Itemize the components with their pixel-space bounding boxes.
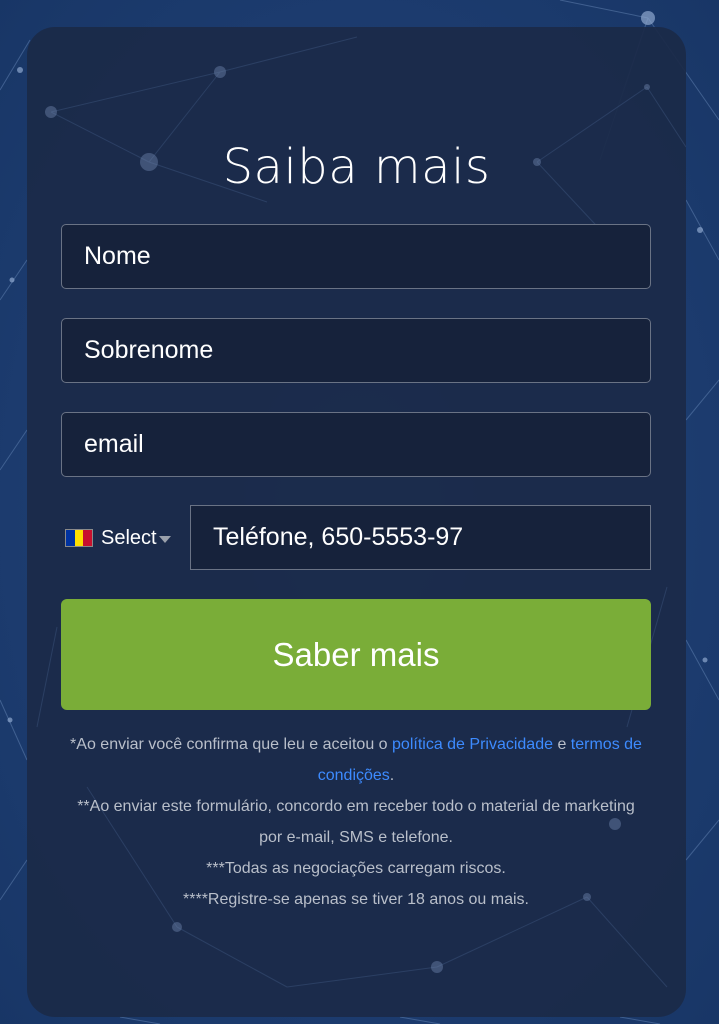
phone-input[interactable]	[190, 505, 651, 570]
caret-down-icon	[158, 536, 171, 543]
risk-warning-line: ***Todas as negociações carregam riscos.	[206, 860, 506, 877]
consent-prefix: *Ao enviar você confirma que leu e aceit…	[70, 736, 393, 753]
first-name-input[interactable]	[61, 224, 651, 289]
form-title: Saiba mais	[222, 139, 491, 195]
consent-mid: e	[553, 736, 571, 753]
country-select-label: Select	[101, 526, 157, 549]
flag-stripe-blue	[66, 530, 75, 546]
privacy-policy-link[interactable]: política de Privacidade	[392, 736, 553, 753]
lead-form-card: Saiba mais Select Saber mais *Ao enviar …	[27, 27, 686, 1017]
consent-line: *Ao enviar você confirma que leu e aceit…	[67, 729, 645, 791]
marketing-consent-line: **Ao enviar este formulário, concordo em…	[77, 798, 635, 846]
last-name-input[interactable]	[61, 318, 651, 383]
consent-suffix: .	[389, 767, 395, 784]
age-requirement-line: ****Registre-se apenas se tiver 18 anos …	[183, 891, 529, 908]
email-input[interactable]	[61, 412, 651, 477]
flag-stripe-yellow	[74, 530, 84, 546]
disclaimer-text: *Ao enviar você confirma que leu e aceit…	[67, 729, 645, 915]
country-code-select[interactable]: Select	[65, 523, 171, 553]
submit-button[interactable]: Saber mais	[61, 599, 651, 710]
country-flag-icon	[65, 529, 93, 547]
flag-stripe-red	[83, 530, 92, 546]
